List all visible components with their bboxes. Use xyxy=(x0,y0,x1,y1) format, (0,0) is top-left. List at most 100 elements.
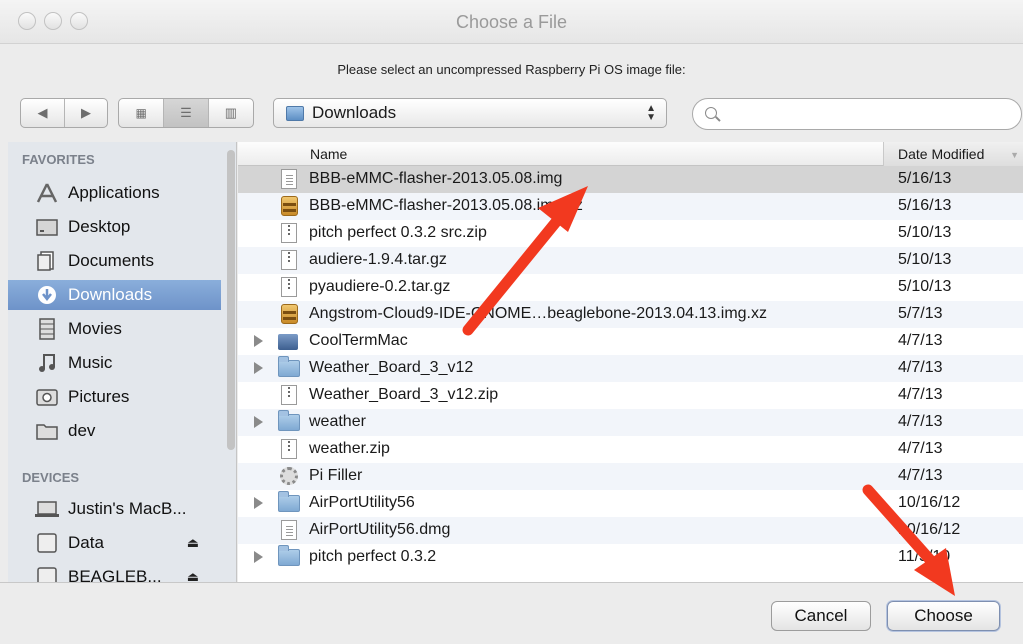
file-date: 5/16/13 xyxy=(898,197,952,214)
sidebar-item-music[interactable]: Music xyxy=(8,348,221,378)
sidebar-item-macbook[interactable]: Justin's MacB... xyxy=(8,494,221,524)
sidebar-item-desktop[interactable]: Desktop xyxy=(8,212,221,242)
folder-icon xyxy=(278,356,300,379)
disclosure-triangle-icon[interactable] xyxy=(254,416,263,428)
file-row[interactable]: Weather_Board_3_v12.zip 4/7/13 xyxy=(238,382,1023,409)
file-name: Angstrom-Cloud9-IDE-GNOME…beaglebone-201… xyxy=(309,305,767,322)
file-name: pitch perfect 0.3.2 src.zip xyxy=(309,224,487,241)
icon-view-button[interactable]: ▦ xyxy=(119,99,163,127)
file-name: Weather_Board_3_v12 xyxy=(309,359,474,376)
file-name: BBB-eMMC-flasher-2013.05.08.img xyxy=(309,170,563,187)
disk-image-icon xyxy=(278,169,300,190)
desktop-icon xyxy=(34,216,60,238)
view-mode-switch: ▦ ☰ ▥ xyxy=(118,98,254,128)
sidebar-item-beaglebone[interactable]: BEAGLEB... ⏏ xyxy=(8,562,221,582)
folder-icon xyxy=(278,491,300,514)
file-name: weather xyxy=(309,413,366,430)
file-row[interactable]: CoolTermMac 4/7/13 xyxy=(238,328,1023,355)
grid-icon: ▦ xyxy=(135,106,147,120)
search-icon xyxy=(705,107,717,119)
file-row[interactable]: pitch perfect 0.3.2 src.zip 5/10/13 xyxy=(238,220,1023,247)
zip-file-icon xyxy=(278,277,300,298)
applications-icon xyxy=(34,182,60,204)
triangle-right-icon: ▶ xyxy=(81,105,91,120)
file-row[interactable]: Angstrom-Cloud9-IDE-GNOME…beaglebone-201… xyxy=(238,301,1023,328)
cancel-button[interactable]: Cancel xyxy=(771,601,871,631)
file-date: 4/7/13 xyxy=(898,359,943,376)
chevron-updown-icon: ▲ ▼ xyxy=(646,103,656,123)
back-button[interactable]: ◀ xyxy=(21,99,64,127)
file-date: 5/10/13 xyxy=(898,251,952,268)
file-row[interactable]: audiere-1.9.4.tar.gz 5/10/13 xyxy=(238,247,1023,274)
archive-icon xyxy=(278,196,300,217)
search-field[interactable] xyxy=(692,98,1022,130)
downloads-folder-icon xyxy=(286,105,304,121)
file-row[interactable]: AirPortUtility56 10/16/12 xyxy=(238,490,1023,517)
downloads-icon xyxy=(34,284,60,306)
file-row[interactable]: AirPortUtility56.dmg 10/16/12 xyxy=(238,517,1023,544)
archive-icon xyxy=(278,304,300,325)
file-row[interactable]: weather 4/7/13 xyxy=(238,409,1023,436)
file-date: 4/7/13 xyxy=(898,467,943,484)
sidebar-item-pictures[interactable]: Pictures xyxy=(8,382,221,412)
list-view-button[interactable]: ☰ xyxy=(163,99,208,127)
location-popup[interactable]: Downloads ▲ ▼ xyxy=(273,98,667,128)
file-name: CoolTermMac xyxy=(309,332,408,349)
sidebar: FAVORITES Applications Desktop Documents… xyxy=(8,142,237,582)
folder-icon xyxy=(34,420,60,442)
list-header: Name Date Modified ▼ xyxy=(238,142,1023,166)
eject-icon[interactable]: ⏏ xyxy=(187,535,199,551)
zip-file-icon xyxy=(278,223,300,244)
drive-icon xyxy=(34,566,60,582)
sidebar-header-favorites: FAVORITES xyxy=(22,152,95,167)
disk-image-icon xyxy=(278,520,300,541)
disclosure-triangle-icon[interactable] xyxy=(254,335,263,347)
sidebar-scrollbar[interactable] xyxy=(227,150,235,450)
dialog-prompt: Please select an uncompressed Raspberry … xyxy=(337,62,686,77)
file-name: weather.zip xyxy=(309,440,390,457)
documents-icon xyxy=(34,250,60,272)
file-name: Weather_Board_3_v12.zip xyxy=(309,386,499,403)
sidebar-item-movies[interactable]: Movies xyxy=(8,314,221,344)
file-name: AirPortUtility56 xyxy=(309,494,415,511)
file-list: Name Date Modified ▼ BBB-eMMC-flasher-20… xyxy=(238,142,1023,582)
file-row[interactable]: Weather_Board_3_v12 4/7/13 xyxy=(238,355,1023,382)
file-row[interactable]: BBB-eMMC-flasher-2013.05.08.img.xz 5/16/1… xyxy=(238,193,1023,220)
disclosure-triangle-icon[interactable] xyxy=(254,362,263,374)
disclosure-triangle-icon[interactable] xyxy=(254,551,263,563)
search-input[interactable] xyxy=(725,104,1005,124)
sidebar-item-documents[interactable]: Documents xyxy=(8,246,221,276)
file-date: 5/10/13 xyxy=(898,278,952,295)
file-date: 11/5/10 xyxy=(898,548,951,565)
file-row[interactable]: pyaudiere-0.2.tar.gz 5/10/13 xyxy=(238,274,1023,301)
file-row[interactable]: pitch perfect 0.3.2 11/5/10 xyxy=(238,544,1023,571)
pictures-icon xyxy=(34,386,60,408)
file-date: 5/7/13 xyxy=(898,305,943,322)
list-icon: ☰ xyxy=(180,105,192,120)
column-header-date[interactable]: Date Modified ▼ xyxy=(883,142,1023,166)
sort-descending-icon: ▼ xyxy=(1010,150,1019,160)
sidebar-item-applications[interactable]: Applications xyxy=(8,178,221,208)
drive-icon xyxy=(34,532,60,554)
column-view-button[interactable]: ▥ xyxy=(207,99,253,127)
file-row[interactable]: weather.zip 4/7/13 xyxy=(238,436,1023,463)
file-row[interactable]: Pi Filler 4/7/13 xyxy=(238,463,1023,490)
forward-button[interactable]: ▶ xyxy=(64,99,107,127)
zip-file-icon xyxy=(278,385,300,406)
file-date: 4/7/13 xyxy=(898,413,943,430)
disclosure-triangle-icon[interactable] xyxy=(254,497,263,509)
laptop-icon xyxy=(34,498,60,520)
dialog-footer: Cancel Choose xyxy=(0,582,1023,644)
file-row[interactable]: BBB-eMMC-flasher-2013.05.08.img 5/16/13 xyxy=(238,166,1023,193)
choose-button[interactable]: Choose xyxy=(887,601,1000,631)
column-header-name[interactable]: Name xyxy=(310,146,347,162)
nav-buttons: ◀ ▶ xyxy=(20,98,108,128)
eject-icon[interactable]: ⏏ xyxy=(187,569,199,582)
columns-icon: ▥ xyxy=(224,105,237,120)
sidebar-item-dev[interactable]: dev xyxy=(8,416,221,446)
title-bar: Choose a File xyxy=(0,0,1023,44)
sidebar-item-downloads[interactable]: Downloads xyxy=(8,280,221,310)
file-date: 5/16/13 xyxy=(898,170,952,187)
sidebar-item-data[interactable]: Data ⏏ xyxy=(8,528,221,558)
triangle-left-icon: ◀ xyxy=(37,105,48,120)
